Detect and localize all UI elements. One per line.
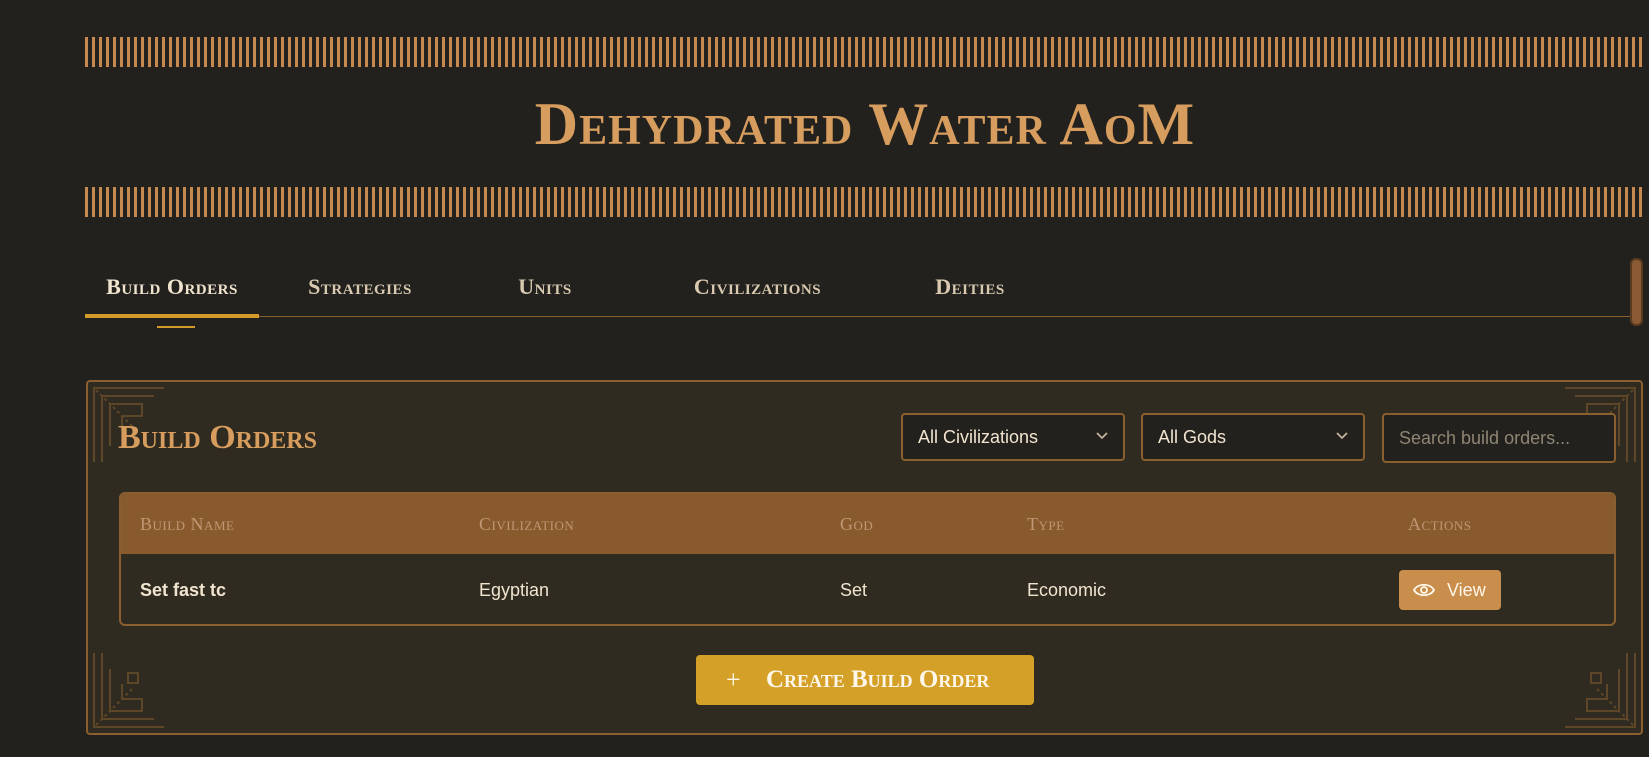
table-row: Set fast tc Egyptian Set Economic View [121, 554, 1614, 624]
site-title: Dehydrated Water AoM [534, 91, 1196, 157]
tab-units[interactable]: Units [485, 258, 605, 316]
corner-ornament-bottom-left-icon [93, 653, 164, 728]
view-button[interactable]: View [1399, 570, 1501, 610]
plus-icon: + [726, 665, 741, 694]
panel-title: Build Orders [118, 419, 317, 456]
create-build-order-label: Create Build Order [766, 666, 990, 693]
tab-civilizations[interactable]: Civilizations [665, 258, 850, 316]
tab-strategies[interactable]: Strategies [285, 258, 435, 316]
chevron-down-icon [1096, 432, 1108, 440]
tab-build-orders[interactable]: Build Orders [85, 258, 259, 318]
column-header-actions: Actions [1408, 514, 1472, 534]
eye-icon [1413, 583, 1435, 597]
cell-build-name: Set fast tc [140, 580, 227, 600]
tab-indicator-mark [157, 326, 195, 328]
god-filter-select[interactable]: All Gods [1141, 413, 1365, 461]
view-button-label: View [1447, 580, 1486, 600]
decorative-stripe-top [85, 37, 1645, 67]
build-orders-table: Build Name Civilization God Type Actions… [119, 492, 1616, 626]
chevron-down-icon [1336, 432, 1348, 440]
column-header-civilization: Civilization [479, 514, 575, 534]
main-tabs: Build Orders Strategies Units Civilizati… [85, 258, 1630, 318]
civilization-filter-value: All Civilizations [918, 427, 1039, 447]
corner-ornament-bottom-right-icon [1565, 653, 1636, 728]
cell-type: Economic [1027, 580, 1107, 600]
civilization-filter-select[interactable]: All Civilizations [901, 413, 1125, 461]
cell-civilization: Egyptian [479, 580, 550, 600]
scrollbar-thumb[interactable] [1630, 258, 1643, 326]
search-input[interactable] [1382, 413, 1616, 463]
decorative-stripe-bottom [85, 187, 1645, 217]
column-header-type: Type [1027, 514, 1065, 534]
column-header-build-name: Build Name [140, 514, 235, 534]
column-header-god: God [840, 514, 874, 534]
cell-god: Set [840, 580, 868, 600]
tab-deities[interactable]: Deities [905, 258, 1035, 316]
create-build-order-button[interactable]: + Create Build Order [696, 655, 1034, 705]
table-header: Build Name Civilization God Type Actions [121, 494, 1614, 554]
god-filter-value: All Gods [1158, 427, 1227, 447]
build-orders-panel: Build Orders All Civilizations All Gods … [86, 380, 1643, 735]
